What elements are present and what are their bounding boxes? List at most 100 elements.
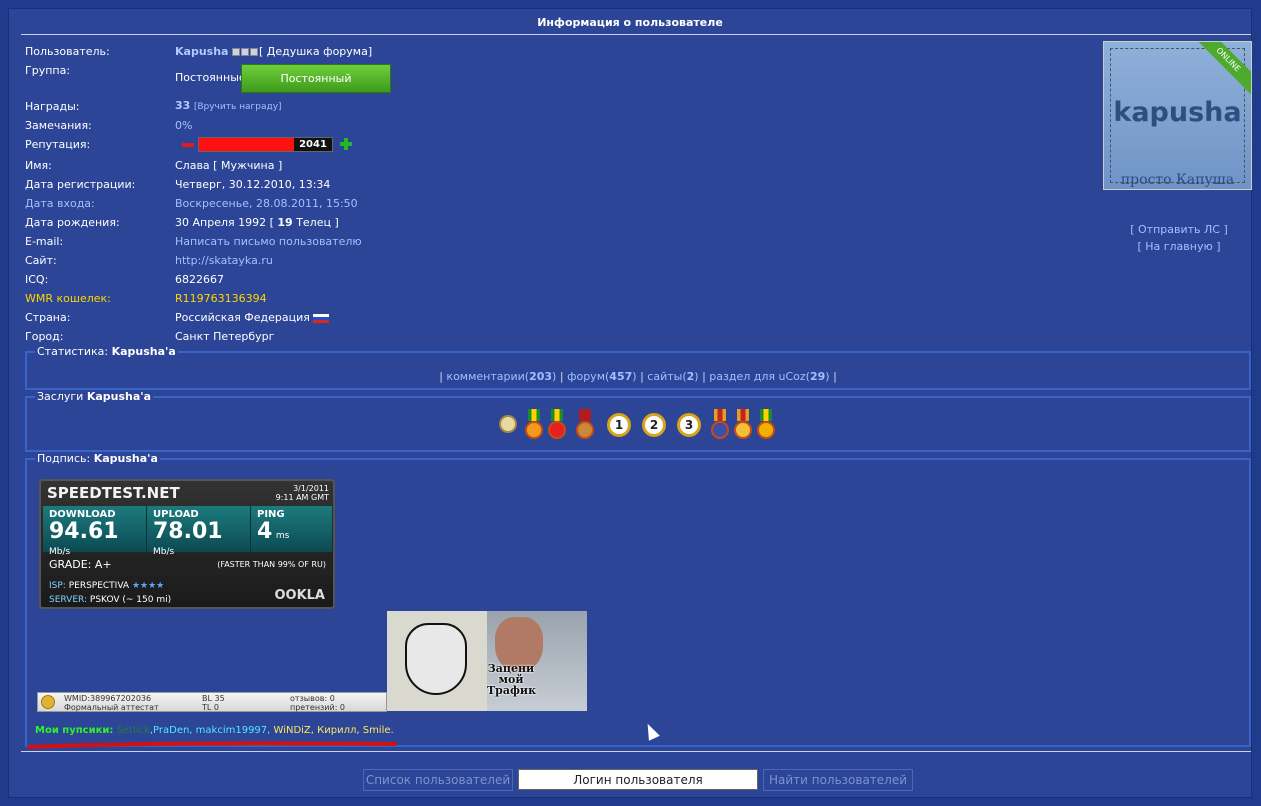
medal-icon[interactable] xyxy=(755,409,777,443)
webmoney-icon xyxy=(41,695,55,709)
awards-label: Награды: xyxy=(25,100,80,113)
login-value: Воскресенье, 28.08.2011, 15:50 xyxy=(175,197,358,210)
server-value: PSKOV (~ 150 mi) xyxy=(89,595,172,605)
birth-label: Дата рождения: xyxy=(25,216,120,229)
medal-3-icon[interactable]: 3 xyxy=(677,409,701,443)
wmr-value: R119763136394 xyxy=(175,292,267,305)
russia-flag-icon xyxy=(312,313,329,323)
avatar-subtitle: просто Капуша xyxy=(1120,172,1235,188)
wmid-value: WMID:389967202036 xyxy=(64,694,152,703)
download-value: 94.61 xyxy=(49,519,119,544)
login-search-input[interactable] xyxy=(518,769,758,790)
home-link[interactable]: [ На главную ] xyxy=(1109,238,1249,255)
stats-ucoz-link[interactable]: раздел для uCoz(29) xyxy=(709,370,829,383)
stats-fieldset: Статистика: Kapusha'a | комментарии(203)… xyxy=(25,345,1251,390)
wmid-tl: TL 0 xyxy=(202,703,219,712)
user-label: Пользователь: xyxy=(25,45,110,58)
medal-2-number: 2 xyxy=(642,413,666,437)
email-label: E-mail: xyxy=(25,235,64,248)
icq-value: 6822667 xyxy=(175,273,224,286)
speedtest-results: DOWNLOAD 94.61 Mb/s UPLOAD 78.01 Mb/s PI… xyxy=(43,506,332,557)
awards-count[interactable]: 33 xyxy=(175,99,190,112)
stats-sites-link[interactable]: сайты(2) xyxy=(647,370,698,383)
stats-sites-count: 2 xyxy=(686,370,695,383)
stats-comments-label: комментарии xyxy=(446,370,525,383)
birth-sign: Телец ] xyxy=(292,216,339,229)
rep-plus-icon[interactable] xyxy=(340,138,352,150)
wmid-attest: Формальный аттестат xyxy=(64,703,159,712)
country-name: Российская Федерация xyxy=(175,311,310,324)
profile-panel: Информация о пользователе Пользователь: … xyxy=(8,8,1252,798)
name-label: Имя: xyxy=(25,159,52,172)
rep-label: Репутация: xyxy=(25,138,91,151)
isp-stars-icon: ★★★★ xyxy=(131,581,165,591)
picture-caption: Зацени мой Трафик xyxy=(487,662,537,697)
medal-2-icon[interactable]: 2 xyxy=(642,409,666,443)
medal-1-icon[interactable]: 1 xyxy=(607,409,631,443)
star-medal-icon[interactable] xyxy=(497,409,519,443)
site-label: Сайт: xyxy=(25,254,57,267)
warnings-label: Замечания: xyxy=(25,119,92,132)
find-users-button[interactable]: Найти пользователей xyxy=(763,769,913,791)
medal-icon[interactable] xyxy=(574,409,596,443)
merits-legend: Заслуги Kapusha'a xyxy=(35,390,153,403)
medal-3-number: 3 xyxy=(677,413,701,437)
wmid-bl: BL 35 xyxy=(202,694,225,703)
rep-bar: 2041 xyxy=(198,137,333,152)
medal-icon[interactable] xyxy=(546,409,568,443)
server-label: SERVER: xyxy=(49,595,88,605)
stats-forum-link[interactable]: форум(457) xyxy=(567,370,637,383)
wmr-label: WMR кошелек: xyxy=(25,292,111,305)
medal-icon[interactable] xyxy=(709,409,731,443)
site-link[interactable]: http://skatayka.ru xyxy=(175,254,273,267)
bottom-divider xyxy=(21,751,1251,752)
faster-than: (FASTER THAN 99% OF RU) xyxy=(217,560,326,569)
stats-legend-prefix: Статистика: xyxy=(37,345,109,358)
signature-legend: Подпись: Kapusha'a xyxy=(35,452,160,465)
page-title: Информация о пользователе xyxy=(537,16,723,29)
username-link[interactable]: Kapusha xyxy=(175,45,228,58)
side-links: [ Отправить ЛС ] [ На главную ] xyxy=(1109,221,1249,255)
merits-legend-prefix: Заслуги xyxy=(37,390,84,403)
user-value: Kapusha [ Дедушка форума] xyxy=(175,45,372,58)
give-award-link[interactable]: [Вручить награду] xyxy=(194,102,282,112)
stats-comments-link[interactable]: комментарии(203) xyxy=(446,370,556,383)
speedtest-time-value: 9:11 AM GMT xyxy=(275,493,329,502)
email-link[interactable]: Написать письмо пользователю xyxy=(175,235,362,248)
ping-unit: ms xyxy=(275,531,290,541)
isp-label: ISP: xyxy=(49,581,66,591)
signature-legend-prefix: Подпись: xyxy=(37,452,91,465)
list-users-button[interactable]: Список пользователей xyxy=(363,769,513,791)
send-pm-link[interactable]: [ Отправить ЛС ] xyxy=(1109,221,1249,238)
country-label: Страна: xyxy=(25,311,71,324)
name-value: Слава [ Мужчина ] xyxy=(175,159,283,172)
rank-title: [ Дедушка форума] xyxy=(258,45,373,58)
gandalf-photo: Зацени мой Трафик xyxy=(487,611,587,711)
avatar: kapusha просто Капуша ONLINE xyxy=(1103,41,1252,190)
stats-forum-count: 457 xyxy=(609,370,633,383)
speedtest-isp: ISP: PERSPECTIVA ★★★★ SERVER: PSKOV (~ 1… xyxy=(49,579,171,607)
warnings-value[interactable]: 0% xyxy=(175,119,192,132)
search-bar: Список пользователей Найти пользователей xyxy=(9,769,1251,793)
stats-ucoz-count: 29 xyxy=(809,370,826,383)
grade-value: GRADE: A+ xyxy=(49,558,112,571)
city-value: Санкт Петербург xyxy=(175,330,275,343)
medal-icon[interactable] xyxy=(732,409,754,443)
pupils-line: Мои пупсики: Setlick,PraDen, makcim19997… xyxy=(35,725,394,736)
login-label: Дата входа: xyxy=(25,197,95,210)
stats-forum-label: форум xyxy=(567,370,605,383)
cat-drawing xyxy=(387,611,487,711)
rep-minus-icon[interactable] xyxy=(182,143,194,147)
group-name: Постоянные xyxy=(175,71,246,84)
medal-icon[interactable] xyxy=(523,409,545,443)
country-value: Российская Федерация xyxy=(175,311,329,324)
upload-column: UPLOAD 78.01 Mb/s xyxy=(147,506,251,557)
city-label: Город: xyxy=(25,330,64,343)
wmid-badge[interactable]: WMID:389967202036 Формальный аттестат BL … xyxy=(37,692,387,712)
isp-value: PERSPECTIVA xyxy=(68,581,130,591)
ping-value: 4 xyxy=(257,519,273,544)
medal-1-number: 1 xyxy=(607,413,631,437)
red-underline-mark xyxy=(27,741,397,749)
birth-age: 19 xyxy=(277,216,293,229)
speedtest-widget[interactable]: SPEEDTEST.NET 3/1/2011 9:11 AM GMT DOWNLO… xyxy=(39,479,335,609)
